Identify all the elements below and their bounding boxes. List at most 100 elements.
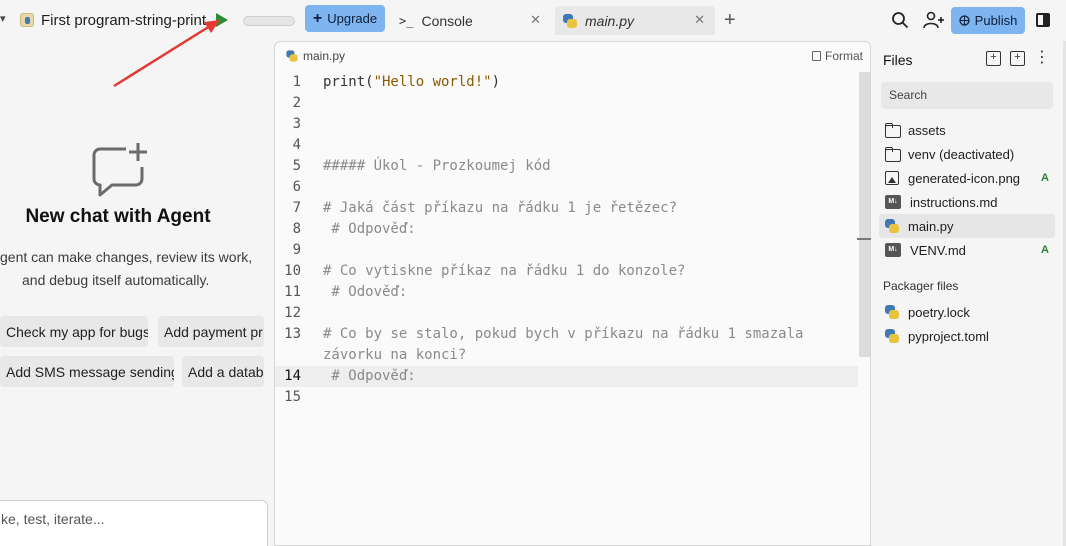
code-text: # Odověď: — [323, 284, 408, 300]
agent-description: gent can make changes, review its work, — [0, 249, 253, 265]
line-number: 1 — [292, 74, 301, 90]
new-chat-icon — [92, 143, 147, 197]
code-line[interactable]: 2 — [275, 93, 858, 114]
folder-icon — [885, 147, 901, 162]
line-number: 13 — [284, 326, 301, 342]
terminal-icon: >_ — [399, 13, 414, 28]
code-line[interactable]: 6 — [275, 177, 858, 198]
line-number: 2 — [292, 95, 301, 111]
new-file-icon[interactable]: + — [986, 51, 1001, 66]
scrollbar-position-marker — [857, 238, 871, 240]
code-line[interactable]: 10 # Co vytiskne příkaz na řádku 1 do kon… — [275, 261, 858, 282]
agent-title: New chat with Agent — [25, 206, 211, 227]
publish-label: Publish — [974, 13, 1018, 28]
file-name: poetry.lock — [908, 304, 970, 320]
code-text: # Jaká část příkazu na řádku 1 je řetěze… — [323, 200, 678, 216]
git-added-badge: A — [1041, 172, 1049, 184]
markdown-icon: M↓ — [885, 243, 901, 257]
format-icon — [812, 51, 821, 61]
code-area[interactable]: 1 print("Hello world!") 2 3 4 5 ##### Úkol - P… — [275, 72, 858, 542]
code-line[interactable]: 11 # Odověď: — [275, 282, 858, 303]
code-text: závorku na konci? — [323, 347, 467, 363]
line-number: 12 — [284, 305, 301, 321]
agent-description: and debug itself automatically. — [22, 272, 210, 288]
code-line[interactable]: 4 — [275, 135, 858, 156]
close-icon[interactable]: ✕ — [530, 12, 541, 28]
agent-chat-input[interactable]: ke, test, iterate... — [0, 500, 268, 546]
file-name: pyproject.toml — [908, 328, 989, 344]
code-line[interactable]: 8 # Odpověď: — [275, 219, 858, 240]
suggestion-chip[interactable]: Add payment pr — [158, 316, 264, 347]
file-item-main-py[interactable]: main.py — [879, 214, 1055, 238]
file-item-generated-icon[interactable]: generated-icon.png A — [879, 166, 1055, 190]
code-text: ##### Úkol - Prozkoumej kód — [323, 158, 551, 174]
close-icon[interactable]: ✕ — [694, 12, 705, 28]
publish-button[interactable]: Publish — [951, 7, 1025, 34]
file-name: generated-icon.png — [908, 170, 1021, 186]
line-number: 8 — [292, 221, 301, 237]
code-line[interactable]: 13 # Co by se stalo, pokud bych v příkazu… — [275, 324, 858, 345]
file-name: VENV.md — [910, 242, 966, 258]
code-line[interactable]: 14 # Odpověď: — [275, 366, 858, 387]
file-name: main.py — [908, 218, 954, 234]
format-label: Format — [825, 49, 864, 63]
run-status-pill[interactable] — [243, 16, 295, 26]
project-title[interactable]: First program-string-print — [41, 12, 206, 29]
tab-main-py[interactable]: main.py ✕ — [555, 6, 715, 35]
files-title: Files — [883, 52, 913, 68]
editor-file-label: main.py — [303, 49, 346, 63]
line-number: 9 — [292, 242, 301, 258]
editor-breadcrumb: main.py — [285, 49, 345, 63]
string-literal: "Hello world!" — [373, 74, 492, 90]
line-number: 11 — [284, 284, 301, 300]
file-item-poetry-lock[interactable]: poetry.lock — [879, 300, 1055, 324]
code-line[interactable]: 1 print("Hello world!") — [275, 72, 858, 93]
tab-console[interactable]: >_ Console ✕ — [391, 6, 551, 35]
suggestion-chip[interactable]: Add SMS message sending — [0, 356, 174, 387]
line-number: 5 — [292, 158, 301, 174]
line-number: 7 — [292, 200, 301, 216]
sidebar-toggle-icon[interactable] — [1036, 13, 1050, 27]
new-tab-button[interactable]: + — [724, 9, 736, 32]
files-search-input[interactable]: Search — [881, 82, 1053, 109]
code-line[interactable]: 5 ##### Úkol - Prozkoumej kód — [275, 156, 858, 177]
line-number: 14 — [284, 368, 301, 384]
agent-pane: New chat with Agent gent can make change… — [0, 41, 274, 546]
folder-icon — [885, 123, 901, 138]
code-line[interactable]: 3 — [275, 114, 858, 135]
line-number: 15 — [284, 389, 301, 405]
file-item-pyproject[interactable]: pyproject.toml — [879, 324, 1055, 348]
editor-header: main.py Format — [275, 42, 870, 68]
globe-icon — [959, 15, 970, 26]
file-name: instructions.md — [910, 194, 998, 210]
files-actions: + + ⋮ — [986, 50, 1050, 66]
code-editor: main.py Format 1 print("Hello world!") 2 3 4… — [274, 41, 871, 546]
suggestion-chip[interactable]: Check my app for bugs — [0, 316, 148, 347]
more-options-icon[interactable]: ⋮ — [1034, 50, 1050, 66]
code-line[interactable]: 15 — [275, 387, 858, 408]
scrollbar-thumb[interactable] — [859, 72, 870, 357]
run-button[interactable] — [216, 13, 228, 27]
git-added-badge: A — [1041, 244, 1049, 256]
chevron-down-icon[interactable]: ▾ — [0, 12, 6, 25]
line-number: 3 — [292, 116, 301, 132]
search-icon[interactable] — [891, 11, 909, 29]
file-item-instructions[interactable]: M↓ instructions.md — [879, 190, 1055, 214]
code-line[interactable]: 7 # Jaká část příkazu na řádku 1 je řetěz… — [275, 198, 858, 219]
new-folder-icon[interactable]: + — [1010, 51, 1025, 66]
code-text: print("Hello world!") — [323, 74, 501, 90]
top-bar: ▾ First program-string-print + Upgrade >… — [0, 0, 1066, 41]
upgrade-button[interactable]: + Upgrade — [305, 5, 385, 32]
files-pane: Files + + ⋮ Search assets venv (deactiva… — [873, 41, 1066, 546]
code-line[interactable]: 9 — [275, 240, 858, 261]
code-line[interactable]: závorku na konci? — [275, 345, 858, 366]
suggestion-chip[interactable]: Add a datab — [182, 356, 264, 387]
file-item-venv-md[interactable]: M↓ VENV.md A — [879, 238, 1055, 262]
file-name: assets — [908, 122, 946, 138]
invite-user-icon[interactable] — [923, 11, 945, 29]
file-item-venv[interactable]: venv (deactivated) — [879, 142, 1055, 166]
file-item-assets[interactable]: assets — [879, 118, 1055, 142]
python-icon — [885, 219, 899, 233]
code-line[interactable]: 12 — [275, 303, 858, 324]
format-button[interactable]: Format — [812, 49, 863, 63]
